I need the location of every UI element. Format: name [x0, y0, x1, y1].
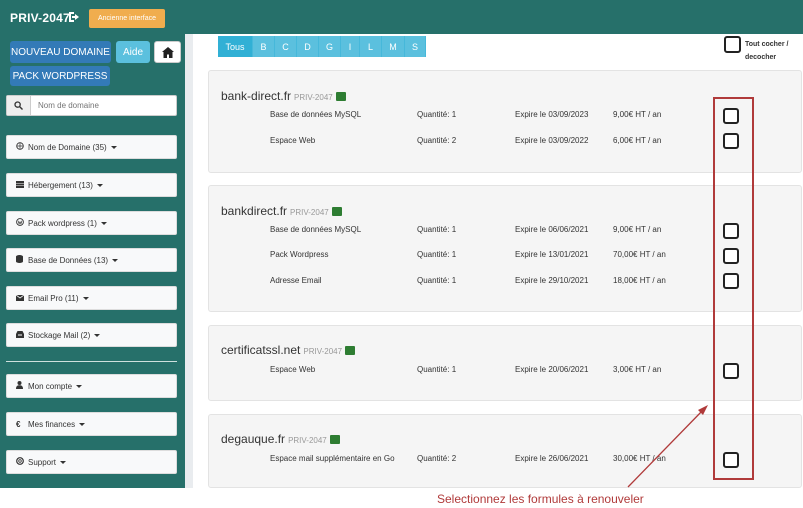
annotation-arrow — [627, 405, 708, 488]
annotation-text: Selectionnez les formules à renouveler — [437, 492, 644, 506]
